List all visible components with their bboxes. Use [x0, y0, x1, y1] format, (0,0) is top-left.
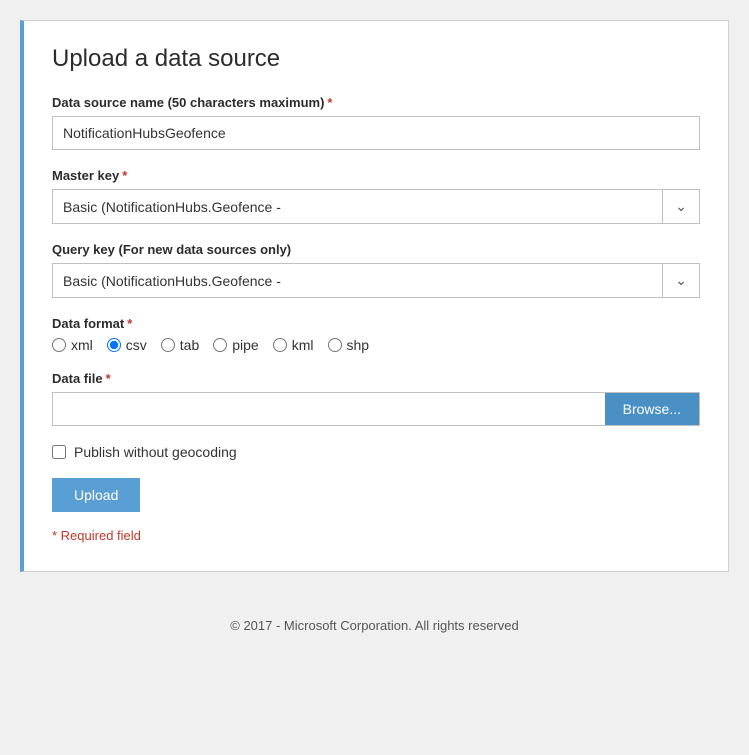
query-key-selected-value: Basic (NotificationHubs.Geofence -: [53, 265, 662, 297]
radio-shp[interactable]: [328, 338, 342, 352]
file-input-wrapper: Browse...: [52, 392, 700, 426]
radio-pipe[interactable]: [213, 338, 227, 352]
master-key-group: Master key* Basic (NotificationHubs.Geof…: [52, 168, 700, 224]
radio-option-xml[interactable]: xml: [52, 337, 93, 353]
datasource-name-label: Data source name (50 characters maximum)…: [52, 95, 700, 110]
data-file-label: Data file*: [52, 371, 700, 386]
master-key-chevron-icon[interactable]: ⌄: [662, 190, 699, 223]
upload-button[interactable]: Upload: [52, 478, 140, 512]
radio-tab[interactable]: [161, 338, 175, 352]
data-format-group: Data format* xml csv tab pipe kml: [52, 316, 700, 353]
publish-geocoding-label: Publish without geocoding: [74, 444, 237, 460]
required-field-note: * Required field: [52, 528, 700, 543]
browse-button[interactable]: Browse...: [605, 393, 699, 425]
publish-geocoding-checkbox[interactable]: [52, 445, 66, 459]
radio-kml[interactable]: [273, 338, 287, 352]
upload-form-card: Upload a data source Data source name (5…: [20, 20, 729, 572]
footer: © 2017 - Microsoft Corporation. All righ…: [20, 606, 729, 633]
radio-option-pipe[interactable]: pipe: [213, 337, 258, 353]
page-title: Upload a data source: [52, 45, 700, 73]
query-key-select[interactable]: Basic (NotificationHubs.Geofence - ⌄: [52, 263, 700, 298]
query-key-group: Query key (For new data sources only) Ba…: [52, 242, 700, 298]
datasource-name-group: Data source name (50 characters maximum)…: [52, 95, 700, 150]
radio-option-csv[interactable]: csv: [107, 337, 147, 353]
data-file-required-star: *: [106, 371, 111, 386]
radio-option-tab[interactable]: tab: [161, 337, 199, 353]
radio-option-shp[interactable]: shp: [328, 337, 370, 353]
radio-csv[interactable]: [107, 338, 121, 352]
master-key-select[interactable]: Basic (NotificationHubs.Geofence - ⌄: [52, 189, 700, 224]
query-key-chevron-icon[interactable]: ⌄: [662, 264, 699, 297]
data-format-required-star: *: [127, 316, 132, 331]
datasource-name-input[interactable]: [52, 116, 700, 150]
datasource-name-required-star: *: [327, 95, 332, 110]
master-key-required-star: *: [122, 168, 127, 183]
radio-xml[interactable]: [52, 338, 66, 352]
radio-option-kml[interactable]: kml: [273, 337, 314, 353]
publish-geocoding-group: Publish without geocoding: [52, 444, 700, 460]
data-file-group: Data file* Browse...: [52, 371, 700, 426]
data-format-label: Data format*: [52, 316, 700, 331]
data-format-radio-group: xml csv tab pipe kml shp: [52, 337, 700, 353]
query-key-label: Query key (For new data sources only): [52, 242, 700, 257]
data-file-input[interactable]: [53, 393, 605, 425]
master-key-selected-value: Basic (NotificationHubs.Geofence -: [53, 191, 662, 223]
master-key-label: Master key*: [52, 168, 700, 183]
